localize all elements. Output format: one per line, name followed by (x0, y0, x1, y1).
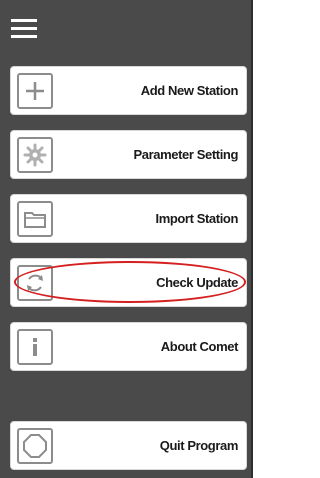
hamburger-line (11, 27, 37, 30)
gear-icon (17, 137, 53, 173)
quit-program-button[interactable]: Quit Program (10, 421, 247, 470)
import-station-button[interactable]: Import Station (10, 194, 247, 243)
info-icon (17, 329, 53, 365)
plus-icon (17, 73, 53, 109)
stop-icon (17, 428, 53, 464)
hamburger-line (11, 35, 37, 38)
side-menu-panel: Add New Station Parameter Setting Import… (0, 0, 253, 478)
menu-item-label: Quit Program (159, 438, 239, 453)
add-new-station-button[interactable]: Add New Station (10, 66, 247, 115)
hamburger-icon[interactable] (11, 19, 37, 39)
menu-item-label: About Comet (160, 339, 239, 354)
menu-item-label: Check Update (156, 275, 238, 290)
check-update-button[interactable]: Check Update (10, 258, 247, 307)
refresh-icon (17, 265, 53, 301)
menu-item-label: Add New Station (140, 83, 239, 98)
folder-icon (17, 201, 53, 237)
menu-item-label: Parameter Setting (133, 147, 239, 162)
hamburger-line (11, 19, 37, 22)
parameter-setting-button[interactable]: Parameter Setting (10, 130, 247, 179)
menu-item-label: Import Station (155, 211, 238, 226)
about-comet-button[interactable]: About Comet (10, 322, 247, 371)
